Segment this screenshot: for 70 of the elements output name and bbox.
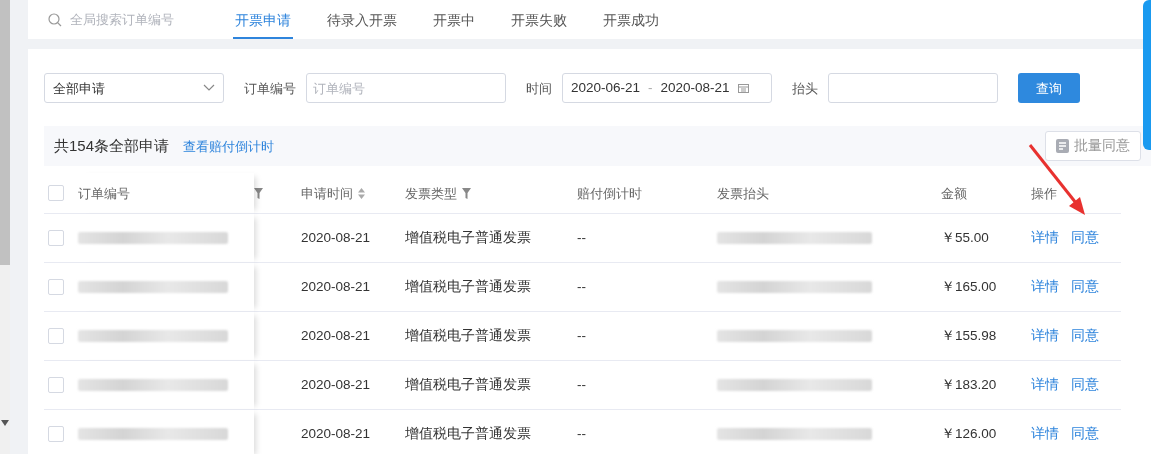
row-checkbox[interactable] [48, 328, 64, 345]
sort-icon[interactable] [358, 187, 365, 199]
scrollbar[interactable] [0, 0, 10, 454]
table-cell-text: -- [577, 229, 586, 248]
table-cell-text: ￥126.00 [941, 425, 997, 444]
row-checkbox[interactable] [48, 279, 64, 296]
row-checkbox[interactable] [48, 230, 64, 247]
field-label: 抬头 [792, 79, 818, 98]
title-field[interactable] [828, 73, 998, 104]
table-cell-text: ￥155.98 [941, 327, 997, 346]
calendar-icon [737, 83, 749, 94]
search-button[interactable]: 查询 [1018, 73, 1080, 104]
table-cell-text: 2020-08-21 [301, 425, 371, 444]
table-cell-text: 增值税电子普通发票 [405, 327, 531, 346]
table-cell-text: 增值税电子普通发票 [405, 229, 531, 248]
search-icon [48, 13, 62, 27]
table-cell-text: -- [577, 376, 586, 395]
table-cell-text: 2020-08-21 [301, 327, 371, 346]
field-label: 时间 [526, 79, 552, 98]
table-cell-text: 增值税电子普通发票 [405, 376, 531, 395]
batch-agree-button[interactable]: 批量同意 [1045, 131, 1141, 162]
record-count: 共154条全部申请 [54, 136, 170, 156]
column-header: 金额 [941, 184, 967, 203]
table-cell-text: 增值税电子普通发票 [405, 278, 531, 297]
action-link[interactable]: 详情 [1031, 326, 1059, 347]
action-link[interactable]: 详情 [1031, 228, 1059, 249]
action-link[interactable]: 同意 [1071, 277, 1099, 298]
tab[interactable]: 开票失败 [509, 9, 569, 40]
table-cell-text: 增值税电子普通发票 [405, 425, 531, 444]
chevron-down-icon [203, 84, 215, 93]
row-checkbox[interactable] [48, 426, 64, 443]
order-number-field[interactable]: 订单编号 [306, 73, 506, 104]
column-header: 赔付倒计时 [577, 184, 642, 203]
field-label: 订单编号 [244, 79, 296, 98]
table-cell-text: 2020-08-21 [301, 229, 371, 248]
action-link[interactable]: 同意 [1071, 375, 1099, 396]
action-link[interactable]: 详情 [1031, 424, 1059, 445]
document-icon [1056, 139, 1069, 154]
date-separator: - [648, 79, 653, 98]
row-checkbox[interactable] [48, 377, 64, 394]
date-text: 2020-08-21 [660, 79, 730, 98]
tab[interactable]: 开票中 [431, 9, 477, 40]
action-link[interactable]: 同意 [1071, 424, 1099, 445]
column-header: 发票类型 [405, 184, 457, 203]
tab[interactable]: 开票成功 [601, 9, 661, 40]
status-select[interactable]: 全部申请 [44, 73, 224, 104]
scroll-down-arrow-icon[interactable] [1, 420, 9, 426]
date-range-field[interactable]: 2020-06-21 - 2020-08-21 [562, 73, 772, 104]
select-all-checkbox[interactable] [48, 185, 64, 202]
table-cell-text: ￥55.00 [941, 229, 989, 248]
table-cell-text: 2020-08-21 [301, 278, 371, 297]
action-link[interactable]: 同意 [1071, 326, 1099, 347]
countdown-link[interactable]: 查看赔付倒计时 [183, 136, 275, 156]
action-link[interactable]: 详情 [1031, 277, 1059, 298]
table-cell-text: -- [577, 327, 586, 346]
table-cell-text: 2020-08-21 [301, 376, 371, 395]
tab[interactable]: 开票申请 [233, 9, 293, 40]
action-link[interactable]: 详情 [1031, 375, 1059, 396]
table-cell-text: ￥165.00 [941, 278, 997, 297]
table-cell-text: ￥183.20 [941, 376, 997, 395]
table-cell-text: -- [577, 425, 586, 444]
filter-icon[interactable] [462, 187, 471, 199]
table-cell-text: -- [577, 278, 586, 297]
column-header: 操作 [1031, 184, 1057, 203]
column-header: 发票抬头 [717, 184, 769, 203]
date-text: 2020-06-21 [571, 79, 641, 98]
column-header: 订单编号 [78, 184, 130, 203]
action-link[interactable]: 同意 [1071, 228, 1099, 249]
column-header: 申请时间 [301, 184, 353, 203]
tab[interactable]: 待录入开票 [325, 9, 399, 40]
